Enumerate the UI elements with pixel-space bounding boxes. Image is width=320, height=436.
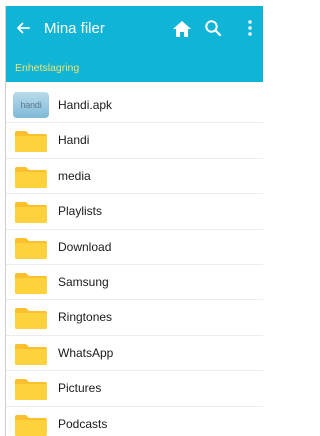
folder-icon	[15, 343, 47, 365]
folder-icon	[15, 201, 47, 224]
folder-name: Samsung	[58, 274, 109, 289]
folder-icon	[15, 237, 47, 259]
folder-icon	[15, 378, 47, 401]
arrow-back-icon[interactable]	[12, 17, 34, 39]
folder-name: Podcasts	[58, 416, 108, 431]
breadcrumb[interactable]: Enhetslagring	[15, 61, 79, 75]
folder-name: Playlists	[58, 204, 103, 219]
folder-row-pictures[interactable]: Pictures	[6, 371, 263, 407]
folder-icon	[15, 414, 47, 436]
folder-icon	[15, 166, 47, 188]
breadcrumb-bar: Enhetslagring	[6, 55, 263, 82]
folder-name: Ringtones	[58, 310, 113, 325]
file-row-handi-apk[interactable]: handi Handi.apk	[6, 88, 263, 124]
folder-icon	[15, 130, 47, 153]
folder-row-samsung[interactable]: Samsung	[6, 265, 263, 301]
search-icon[interactable]	[203, 18, 223, 38]
app-bar: Mina filer	[6, 6, 263, 55]
file-list: handi Handi.apk Handi media Playlists Do…	[6, 88, 263, 436]
folder-row-download[interactable]: Download	[6, 230, 263, 265]
folder-row-podcasts[interactable]: Podcasts	[6, 407, 263, 436]
folder-row-media[interactable]: media	[6, 159, 263, 195]
folder-row-playlists[interactable]: Playlists	[6, 194, 263, 230]
folder-name: media	[58, 168, 91, 183]
folder-name: Download	[58, 239, 112, 254]
app-title: Mina filer	[44, 20, 105, 37]
folder-icon	[15, 272, 47, 294]
folder-name: WhatsApp	[58, 345, 114, 360]
file-name: Handi.apk	[58, 98, 113, 112]
folder-row-handi[interactable]: Handi	[6, 123, 263, 159]
screen: Mina filer Enhetslagring handi Handi.apk…	[5, 6, 263, 436]
folder-icon	[15, 307, 47, 330]
folder-name: Handi	[58, 133, 90, 148]
folder-row-whatsapp[interactable]: WhatsApp	[6, 336, 263, 372]
apk-thumbnail-icon: handi	[13, 92, 49, 118]
home-icon[interactable]	[172, 19, 192, 39]
folder-row-ringtones[interactable]: Ringtones	[6, 300, 263, 336]
more-vert-icon[interactable]	[244, 18, 256, 38]
folder-name: Pictures	[58, 381, 102, 396]
